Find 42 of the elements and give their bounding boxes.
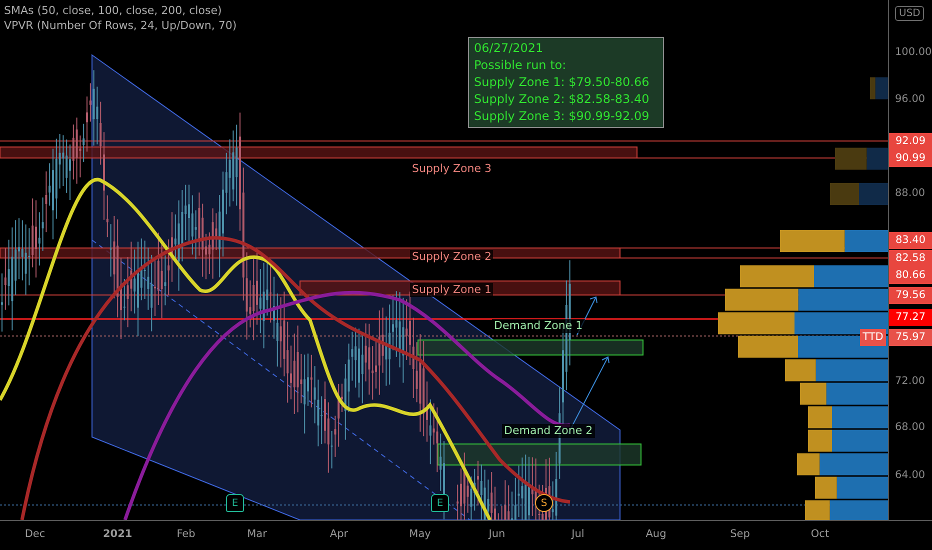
price-tick: 64.00: [895, 469, 926, 481]
note-text: 06/27/2021: [474, 40, 544, 57]
price-label: 77.27: [889, 309, 932, 326]
earnings-marker[interactable]: E: [431, 494, 449, 512]
zone-label: Supply Zone 1: [410, 283, 494, 297]
note-text: Possible run to:: [474, 57, 566, 74]
note-text: Supply Zone 1: $79.50-80.66: [474, 74, 650, 91]
note-text: Supply Zone 2: $82.58-83.40: [474, 91, 650, 108]
symbol-label: TTD: [860, 329, 886, 346]
zone-label: Demand Zone 1: [492, 319, 585, 333]
indicator-legend[interactable]: SMAs (50, close, 100, close, 200, close): [4, 4, 237, 17]
zone-label: Demand Zone 2: [502, 424, 595, 438]
time-label: Apr: [328, 528, 350, 540]
time-label: Dec: [24, 528, 46, 540]
time-label: 2021: [103, 528, 131, 540]
time-label: May: [408, 528, 432, 540]
price-tick: 88.00: [895, 187, 926, 199]
zone-label: Supply Zone 3: [410, 162, 494, 176]
time-label: Aug: [644, 528, 668, 540]
price-tick: 68.00: [895, 421, 926, 433]
dividend-marker[interactable]: S: [535, 494, 553, 512]
time-label: Sep: [729, 528, 751, 540]
price-label: 92.09: [889, 133, 932, 150]
time-label: Feb: [176, 528, 196, 540]
price-tick: 96.00: [895, 93, 926, 105]
time-label: Jun: [487, 528, 506, 540]
price-label: 75.97: [889, 329, 932, 346]
earnings-marker[interactable]: E: [226, 494, 244, 512]
time-label: Oct: [810, 528, 830, 540]
price-label: 80.66: [889, 267, 932, 284]
price-tick: 72.00: [895, 375, 926, 387]
time-label: Jul: [570, 528, 586, 540]
note-text: Supply Zone 3: $90.99-92.09: [474, 108, 650, 125]
price-label: 90.99: [889, 150, 932, 167]
time-label: Mar: [246, 528, 268, 540]
indicator-legend[interactable]: VPVR (Number Of Rows, 24, Up/Down, 70): [4, 19, 237, 32]
price-label: 82.58: [889, 250, 932, 267]
currency-badge[interactable]: USD: [895, 6, 924, 21]
price-label: 79.56: [889, 287, 932, 304]
price-label: 83.40: [889, 232, 932, 249]
price-tick: 100.00: [895, 46, 932, 58]
zone-label: Supply Zone 2: [410, 250, 494, 264]
